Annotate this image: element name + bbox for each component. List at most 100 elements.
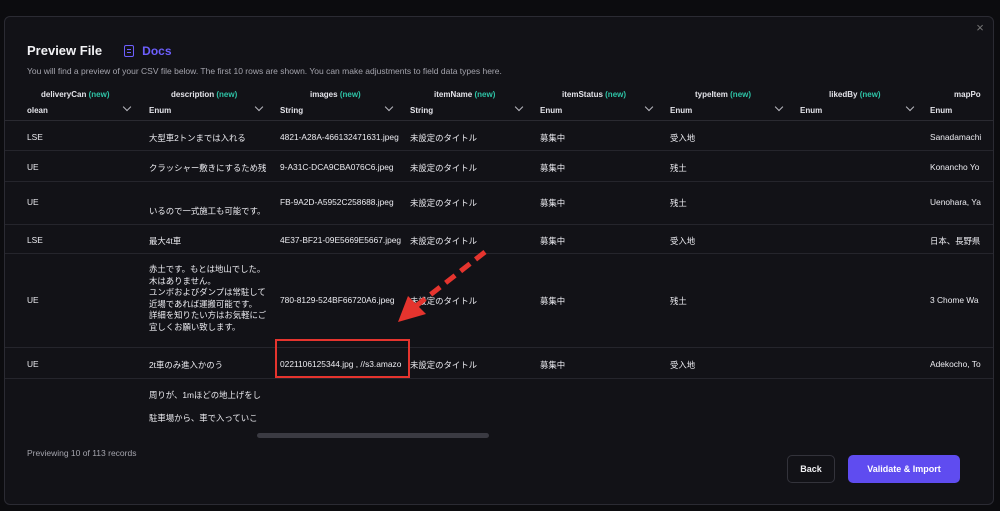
table-cell: Sanadamachi bbox=[930, 132, 982, 142]
chevron-down-icon[interactable] bbox=[255, 104, 263, 112]
table-cell: 未設定のタイトル bbox=[410, 198, 477, 208]
header: Preview File Docs bbox=[27, 43, 172, 58]
column-name: itemName bbox=[434, 90, 473, 99]
table-cell: UE bbox=[27, 359, 39, 369]
chevron-down-icon[interactable] bbox=[645, 104, 653, 112]
page-title: Preview File bbox=[27, 43, 103, 58]
table-cell: 最大4t車 bbox=[149, 236, 182, 246]
column-type: Enum bbox=[540, 106, 563, 115]
table-cell: 赤土です。もとは地山でした。 木はありません。 ユンボおよびダンプは常駐して 近… bbox=[149, 264, 267, 332]
table-row: 周りが、1mほどの地上げをし 駐車場から、車で入っていこ bbox=[5, 380, 993, 425]
table-cell: LSE bbox=[27, 235, 43, 245]
table-cell: 未設定のタイトル bbox=[410, 163, 477, 173]
column-name: images bbox=[310, 90, 338, 99]
chevron-down-icon[interactable] bbox=[515, 104, 523, 112]
column-name: itemStatus bbox=[562, 90, 603, 99]
table-cell: 募集中 bbox=[540, 198, 566, 208]
table-row: LSE 最大4t車 4E37-BF21-09E5669E5667.jpeg 未設… bbox=[5, 226, 993, 254]
table-cell: 大型車2トンまでは入れる bbox=[149, 133, 246, 143]
subtitle: You will find a preview of your CSV file… bbox=[27, 66, 502, 76]
column-header: mapPo Enum bbox=[930, 85, 993, 121]
column-type: Enum bbox=[670, 106, 693, 115]
column-header: itemName (new) String bbox=[410, 85, 540, 121]
table-header: deliveryCan (new) olean description (new… bbox=[5, 85, 993, 121]
table-cell: 募集中 bbox=[540, 296, 566, 306]
validate-import-button[interactable]: Validate & Import bbox=[848, 455, 960, 483]
table-row: UE いるので一式施工も可能です。 FB-9A2D-A5952C258688.j… bbox=[5, 183, 993, 225]
column-header: itemStatus (new) Enum bbox=[540, 85, 670, 121]
new-tag: (new) bbox=[730, 90, 752, 99]
table-cell: 残土 bbox=[670, 163, 687, 173]
table-cell: UE bbox=[27, 162, 39, 172]
table-cell: 3 Chome Wa bbox=[930, 295, 979, 305]
table-cell: いるので一式施工も可能です。 bbox=[149, 206, 266, 216]
annotation-highlight-box bbox=[275, 339, 410, 378]
column-type: olean bbox=[27, 106, 48, 115]
back-button[interactable]: Back bbox=[787, 455, 835, 483]
table-cell: 未設定のタイトル bbox=[410, 236, 477, 246]
table-cell: 9-A31C-DCA9CBA076C6.jpeg bbox=[280, 162, 394, 172]
table-cell: Konancho Yo bbox=[930, 162, 980, 172]
column-name: typeItem bbox=[695, 90, 728, 99]
chevron-down-icon[interactable] bbox=[385, 104, 393, 112]
table-cell: 残土 bbox=[670, 296, 687, 306]
table-cell: 未設定のタイトル bbox=[410, 360, 477, 370]
chevron-down-icon[interactable] bbox=[123, 104, 131, 112]
column-name: likedBy bbox=[829, 90, 858, 99]
column-type: Enum bbox=[930, 106, 953, 115]
column-type: String bbox=[410, 106, 434, 115]
column-header: deliveryCan (new) olean bbox=[5, 85, 140, 121]
table-cell: FB-9A2D-A5952C258688.jpeg bbox=[280, 197, 394, 207]
table-cell: 受入地 bbox=[670, 236, 696, 246]
table-cell: 募集中 bbox=[540, 133, 566, 143]
column-name: description bbox=[171, 90, 215, 99]
column-header: description (new) Enum bbox=[149, 85, 279, 121]
horizontal-scrollbar[interactable] bbox=[257, 433, 489, 438]
column-type: Enum bbox=[149, 106, 172, 115]
table-row: UE 2t車のみ進入かのう 0221106125344.jpg , //s3.a… bbox=[5, 349, 993, 379]
table-row: UE 赤土です。もとは地山でした。 木はありません。 ユンボおよびダンプは常駐し… bbox=[5, 255, 993, 348]
table-cell: 日本、長野県 bbox=[930, 236, 981, 246]
docs-label: Docs bbox=[142, 43, 172, 58]
table-cell: 4E37-BF21-09E5669E5667.jpeg bbox=[280, 235, 402, 245]
table-cell: 受入地 bbox=[670, 133, 696, 143]
table-cell: 募集中 bbox=[540, 360, 566, 370]
column-name: mapPo bbox=[954, 90, 981, 99]
table-cell: 募集中 bbox=[540, 236, 566, 246]
table-cell: 募集中 bbox=[540, 163, 566, 173]
table-cell: 周りが、1mほどの地上げをし 駐車場から、車で入っていこ bbox=[149, 390, 261, 423]
table-cell: 未設定のタイトル bbox=[410, 133, 477, 143]
new-tag: (new) bbox=[474, 90, 496, 99]
table-cell: 4821-A28A-466132471631.jpeg bbox=[280, 132, 399, 142]
close-icon[interactable]: × bbox=[973, 21, 987, 35]
new-tag: (new) bbox=[859, 90, 881, 99]
column-type: Enum bbox=[800, 106, 823, 115]
docs-link[interactable]: Docs bbox=[124, 43, 172, 58]
new-tag: (new) bbox=[88, 90, 110, 99]
record-count: Previewing 10 of 113 records bbox=[27, 448, 137, 458]
annotation-arrow-icon bbox=[398, 250, 487, 322]
new-tag: (new) bbox=[339, 90, 361, 99]
table-cell: Adekocho, To bbox=[930, 359, 981, 369]
chevron-down-icon[interactable] bbox=[906, 104, 914, 112]
table-cell: UE bbox=[27, 295, 39, 305]
column-name: deliveryCan bbox=[41, 90, 87, 99]
table-cell: Uenohara, Ya bbox=[930, 197, 981, 207]
preview-file-modal: × Preview File Docs You will find a prev… bbox=[4, 16, 994, 505]
preview-table[interactable]: deliveryCan (new) olean description (new… bbox=[5, 85, 993, 425]
table-cell: クラッシャー敷きにするため残 bbox=[149, 163, 267, 173]
table-row: UE クラッシャー敷きにするため残 9-A31C-DCA9CBA076C6.jp… bbox=[5, 152, 993, 182]
column-header: images (new) String bbox=[280, 85, 410, 121]
table-cell: 残土 bbox=[670, 198, 687, 208]
chevron-down-icon[interactable] bbox=[775, 104, 783, 112]
new-tag: (new) bbox=[605, 90, 627, 99]
table-cell: LSE bbox=[27, 132, 43, 142]
column-type: String bbox=[280, 106, 304, 115]
table-row: LSE 大型車2トンまでは入れる 4821-A28A-466132471631.… bbox=[5, 122, 993, 151]
document-icon bbox=[124, 44, 135, 57]
table-cell: UE bbox=[27, 197, 39, 207]
new-tag: (new) bbox=[216, 90, 238, 99]
column-header: typeItem (new) Enum bbox=[670, 85, 800, 121]
table-cell: 780-8129-524BF66720A6.jpeg bbox=[280, 295, 395, 305]
table-cell: 2t車のみ進入かのう bbox=[149, 360, 223, 370]
